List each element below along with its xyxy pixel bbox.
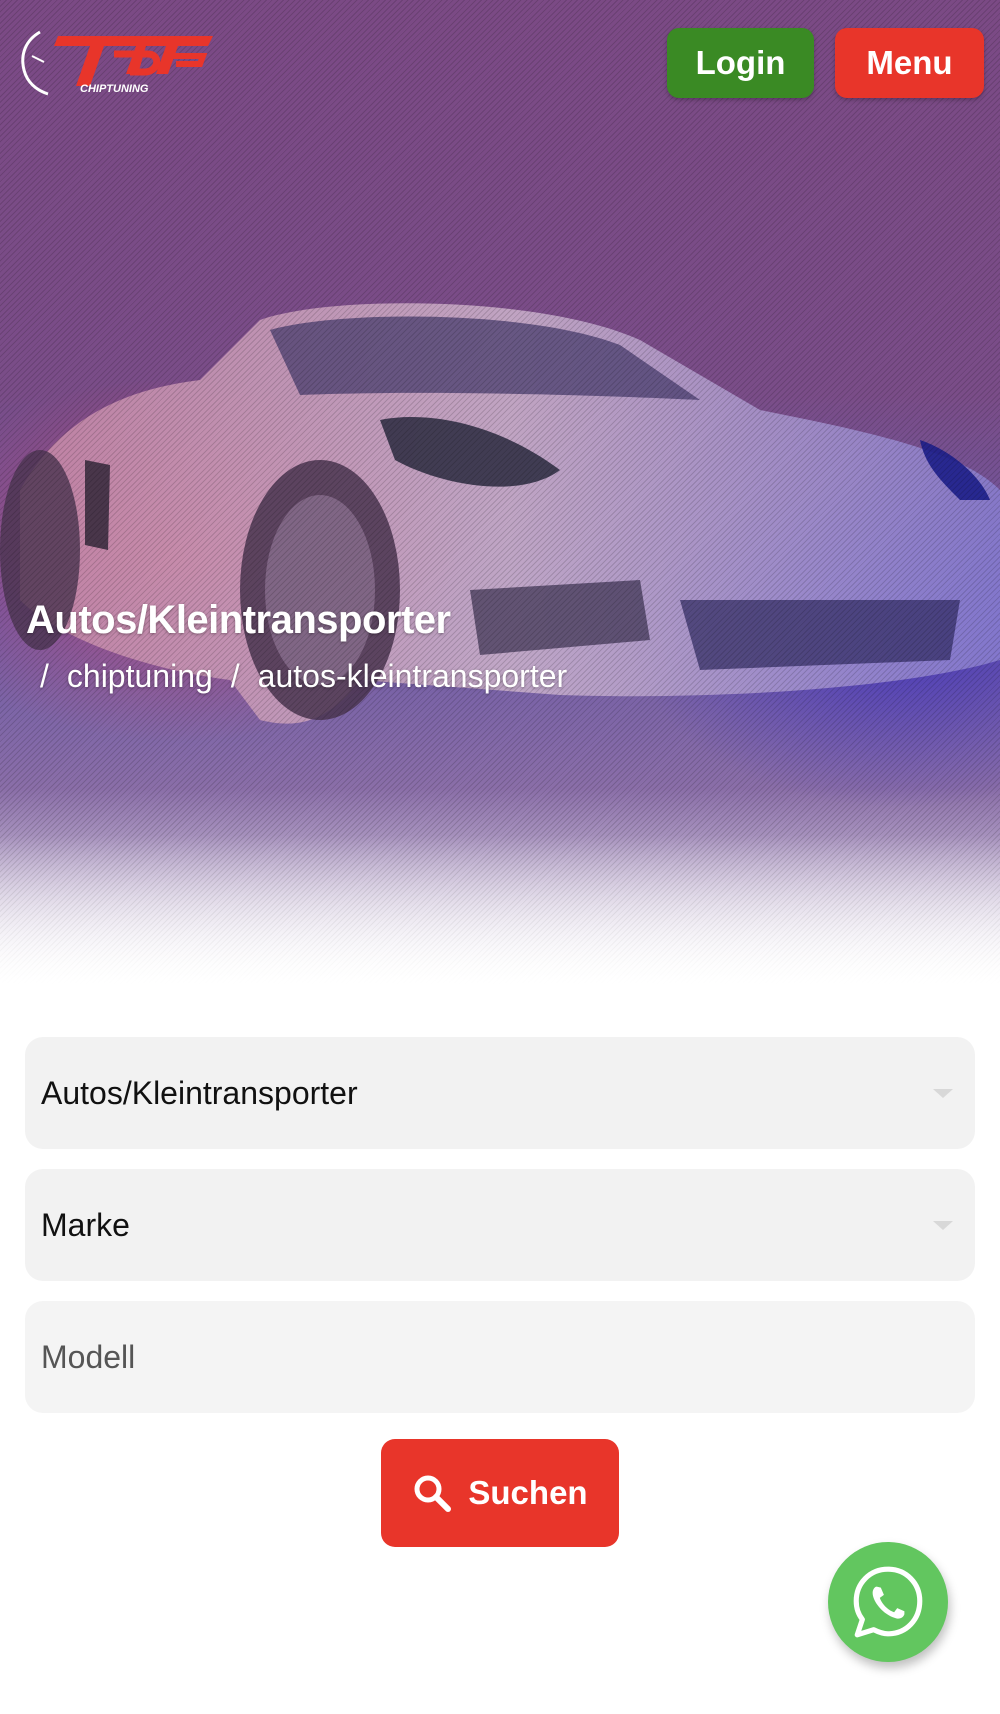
login-button[interactable]: Login [667,28,814,98]
page-title: Autos/Kleintransporter [26,598,451,642]
breadcrumb-item-current: autos-kleintransporter [257,658,568,694]
breadcrumb-separator: / [40,658,49,694]
brand-select-value: Marke [41,1206,130,1243]
site-logo[interactable]: CHIPTUNING [18,26,214,98]
category-select-value: Autos/Kleintransporter [41,1074,358,1111]
chevron-down-icon [933,1221,953,1230]
search-button-label: Suchen [468,1474,588,1511]
logo-subtext: CHIPTUNING [80,83,149,95]
hero-banner [0,0,1000,985]
breadcrumb-item-chiptuning[interactable]: chiptuning [67,658,213,695]
search-icon [414,1475,452,1512]
page: CHIPTUNING Login Menu Autos/Kleintranspo… [0,0,1000,1714]
breadcrumb: / chiptuning / autos-kleintransporter [40,658,585,695]
search-button[interactable]: Suchen [381,1439,619,1547]
whatsapp-button[interactable] [828,1542,948,1662]
category-select[interactable]: Autos/Kleintransporter [25,1037,975,1149]
breadcrumb-separator: / [230,658,240,694]
whatsapp-icon [853,1566,923,1638]
model-input[interactable] [25,1301,975,1413]
chevron-down-icon [933,1089,953,1098]
brand-select[interactable]: Marke [25,1169,975,1281]
menu-button[interactable]: Menu [835,28,984,98]
